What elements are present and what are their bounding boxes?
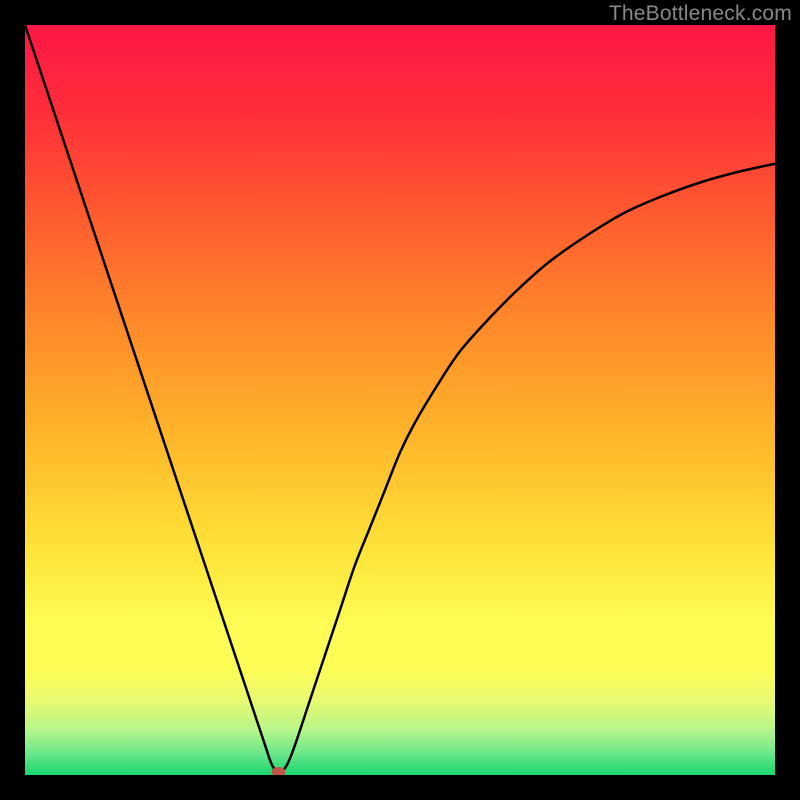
watermark-text: TheBottleneck.com (609, 2, 792, 26)
chart-svg (25, 25, 775, 775)
chart-background (25, 25, 775, 775)
plot-area (25, 25, 775, 775)
chart-frame: TheBottleneck.com (0, 0, 800, 800)
